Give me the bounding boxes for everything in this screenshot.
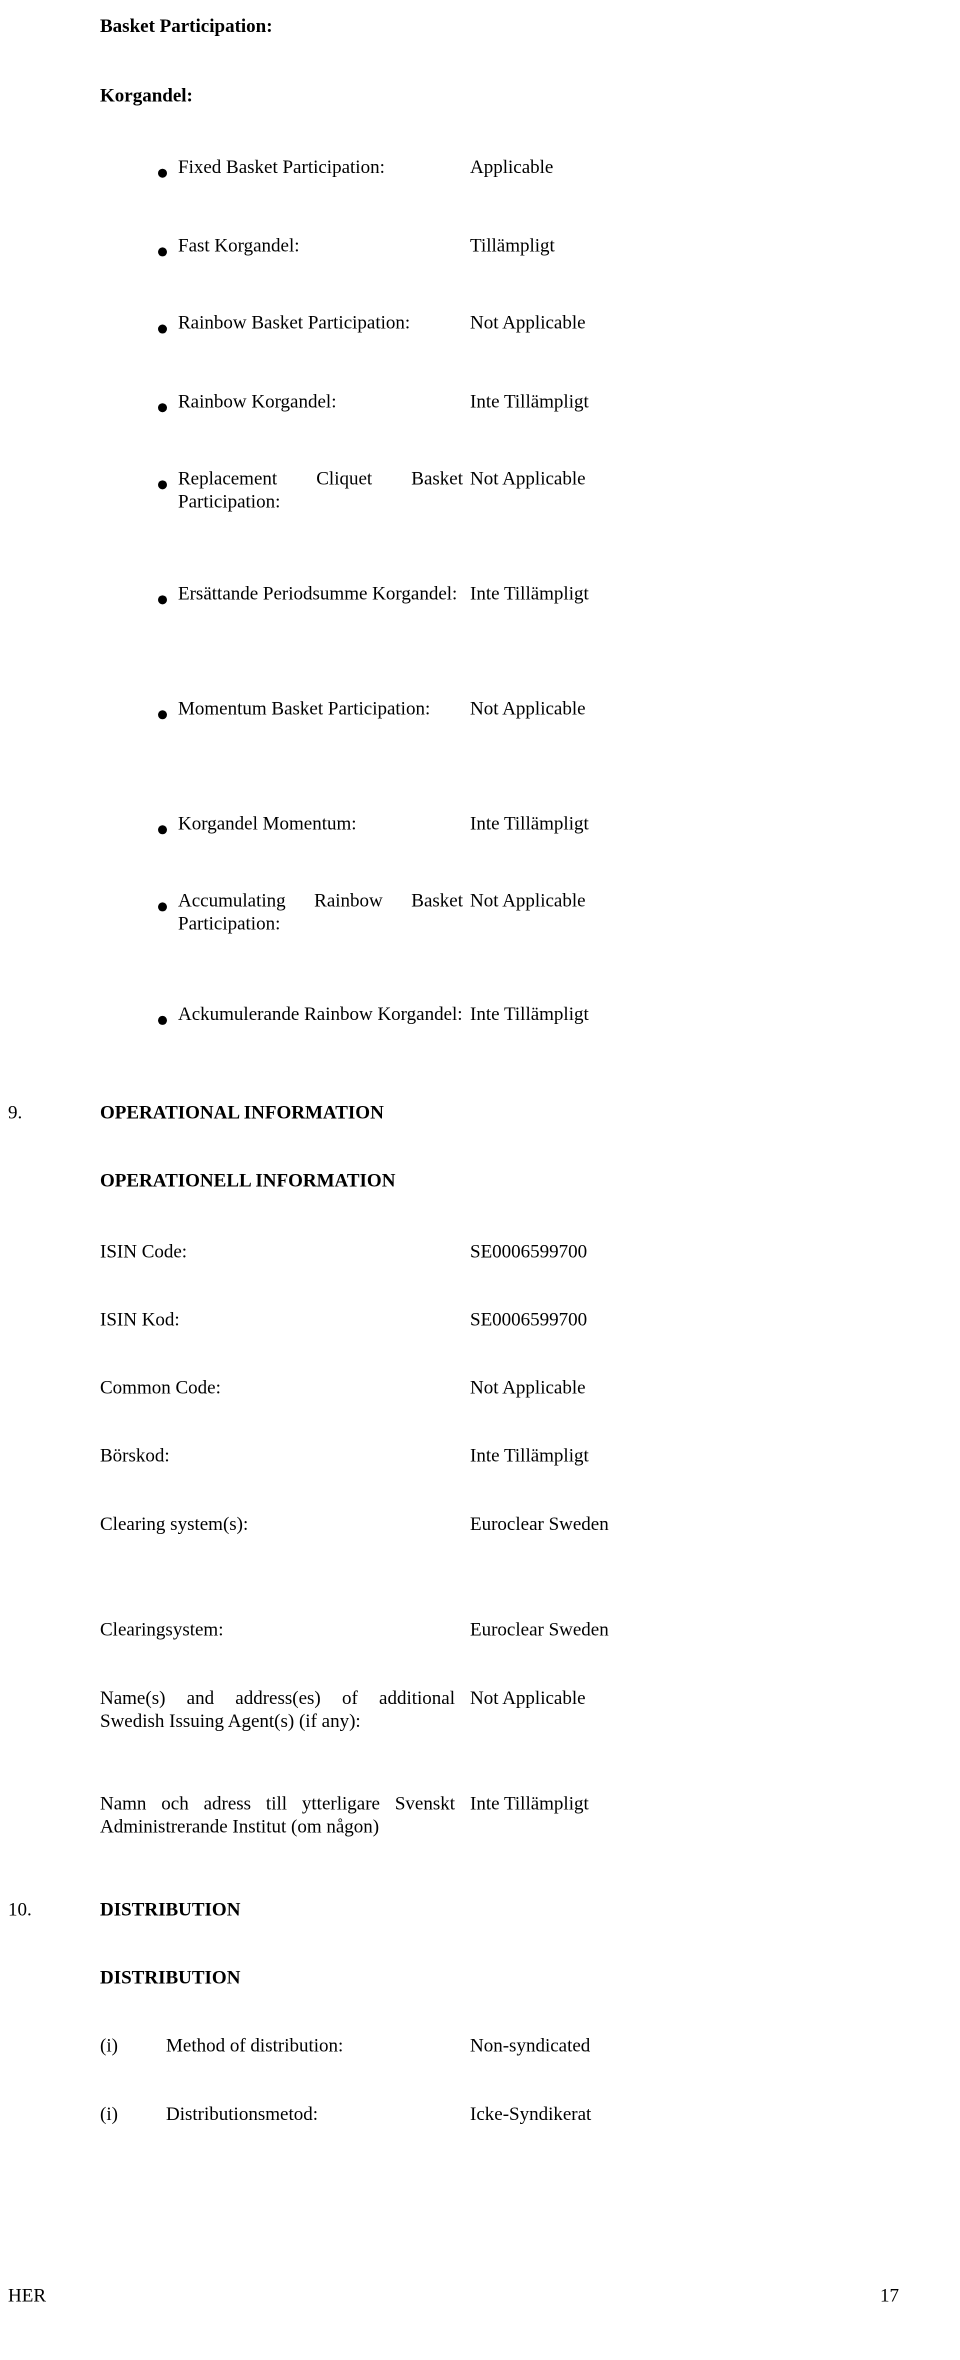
bullet-icon (158, 403, 167, 413)
section-title: DISTRIBUTION (100, 1899, 241, 1921)
item-marker: (i) (100, 2103, 118, 2125)
field-label: Name(s) and address(es) of additional Sw… (100, 1687, 455, 1732)
list-item-label: Replacement Cliquet Basket Participation… (178, 468, 463, 513)
list-item-value: Inte Tillämpligt (470, 391, 589, 413)
bullet-icon (158, 710, 167, 720)
bullet-icon (158, 1015, 167, 1025)
list-item-value: Inte Tillämpligt (470, 583, 589, 605)
list-item-value: Not Applicable (470, 312, 586, 334)
field-value: Not Applicable (470, 1377, 586, 1399)
list-item-label: Ersättande Periodsumme Korgandel: (178, 583, 458, 605)
heading-text: Korgandel: (100, 85, 193, 107)
field-value: Inte Tillämpligt (470, 1793, 589, 1815)
bullet-icon (158, 324, 167, 334)
field-label: Common Code: (100, 1377, 221, 1399)
list-item-value: Not Applicable (470, 468, 586, 490)
footer-page-number: 17 (880, 2285, 899, 2307)
list-item-value: Not Applicable (470, 890, 586, 912)
list-item-value: Not Applicable (470, 698, 586, 720)
field-value: Euroclear Sweden (470, 1619, 609, 1641)
field-value: Euroclear Sweden (470, 1513, 609, 1535)
field-label: Distributionsmetod: (166, 2103, 318, 2125)
field-label: Method of distribution: (166, 2035, 344, 2057)
footer-left-text: HER (8, 2285, 46, 2307)
field-value: Non-syndicated (470, 2035, 591, 2057)
list-item-value: Inte Tillämpligt (470, 1004, 589, 1025)
bullet-icon (158, 480, 167, 490)
field-value: Icke-Syndikerat (470, 2103, 592, 2125)
list-item-label: Ackumulerande Rainbow Korgandel: (178, 1004, 463, 1025)
list-item-label: Rainbow Basket Participation: (178, 312, 411, 334)
field-value: SE0006599700 (470, 1309, 588, 1331)
field-label: ISIN Kod: (100, 1309, 180, 1331)
field-label: Börskod: (100, 1445, 170, 1467)
field-value: Not Applicable (470, 1687, 586, 1709)
list-item-value: Inte Tillämpligt (470, 813, 589, 835)
section-number: 9. (8, 1102, 23, 1124)
field-label: Clearing system(s): (100, 1513, 249, 1535)
list-item-label: Fixed Basket Participation: (178, 156, 385, 178)
list-item-label: Momentum Basket Participation: (178, 698, 431, 720)
list-item-label: Rainbow Korgandel: (178, 391, 337, 413)
heading-text: Basket Participation: (100, 16, 273, 38)
bullet-icon (158, 595, 167, 605)
field-label: ISIN Code: (100, 1241, 188, 1263)
field-label: Namn och adress till ytterligare Svenskt… (100, 1793, 455, 1838)
section-title: DISTRIBUTION (100, 1967, 241, 1989)
item-marker: (i) (100, 2035, 118, 2057)
list-item-value: Tillämpligt (470, 235, 555, 257)
section-title: OPERATIONAL INFORMATION (100, 1102, 384, 1124)
section-title: OPERATIONELL INFORMATION (100, 1170, 396, 1192)
list-item-label: Korgandel Momentum: (178, 813, 357, 835)
field-value: SE0006599700 (470, 1241, 588, 1263)
field-label: Clearingsystem: (100, 1619, 224, 1641)
bullet-icon (158, 247, 167, 257)
document-page: Basket Participation: Korgandel: Fixed B… (0, 0, 960, 2360)
section-number: 10. (8, 1899, 32, 1921)
list-item-value: Applicable (470, 156, 554, 178)
bullet-icon (158, 168, 167, 178)
bullet-icon (158, 902, 167, 912)
field-value: Inte Tillämpligt (470, 1445, 589, 1467)
list-item-label: Fast Korgandel: (178, 235, 300, 257)
list-item-label: Accumulating Rainbow Basket Participatio… (178, 890, 463, 935)
bullet-icon (158, 825, 167, 835)
